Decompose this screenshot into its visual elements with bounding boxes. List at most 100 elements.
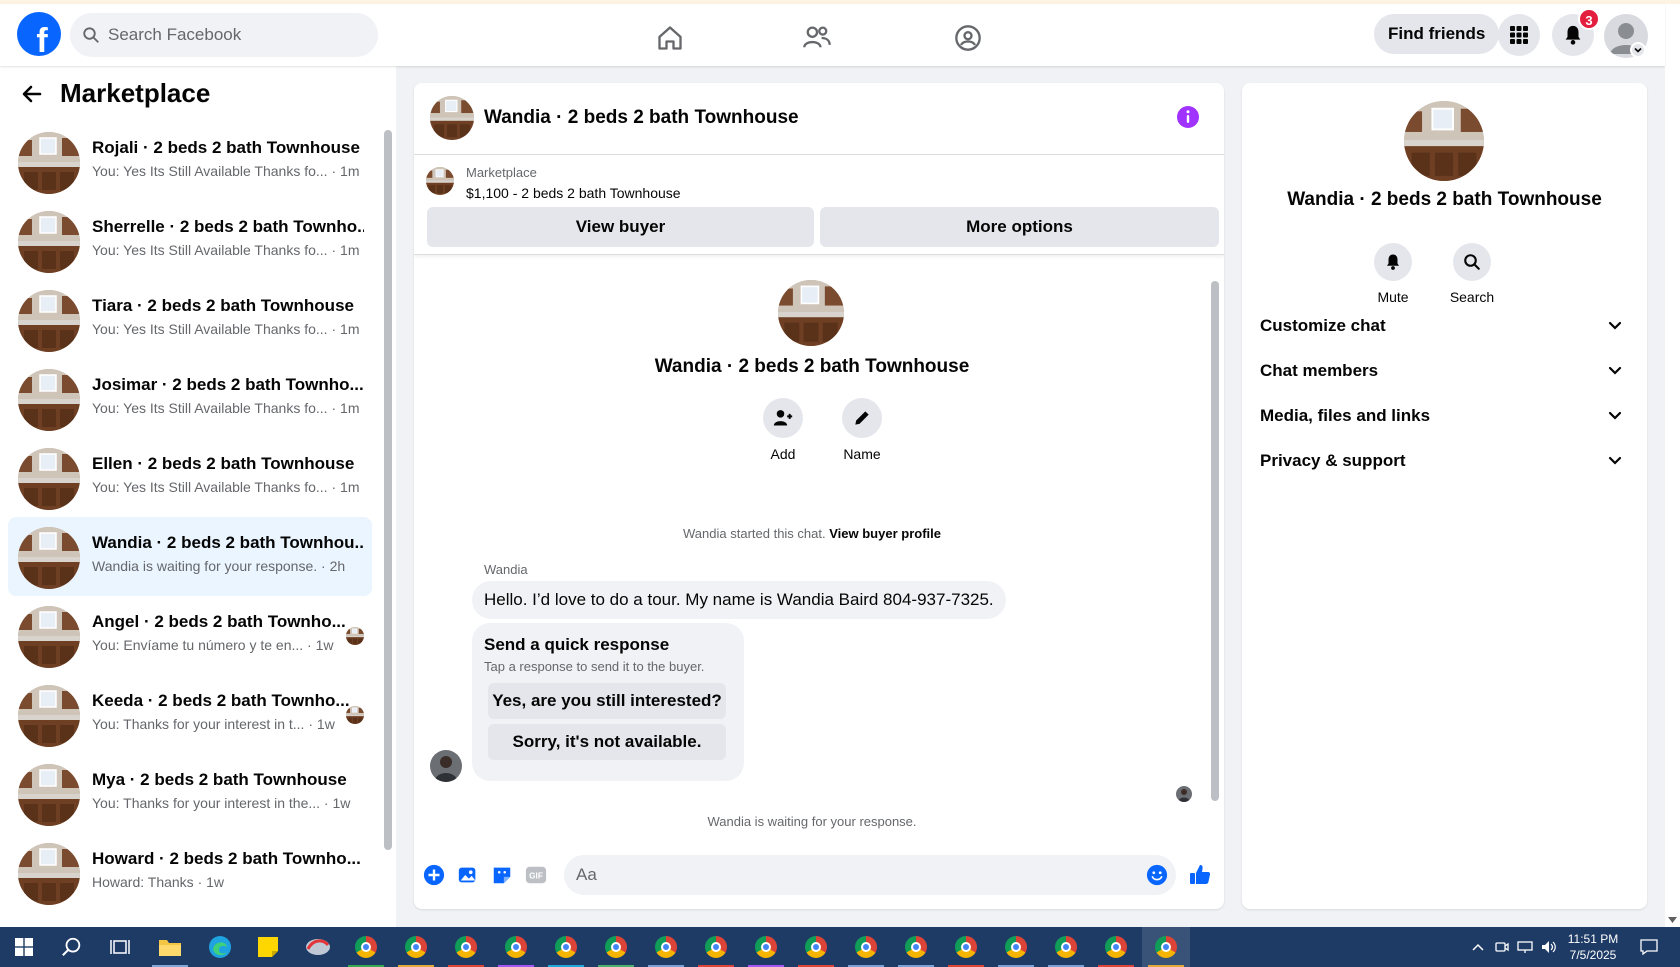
scroll-down-arrow-icon[interactable]: [1668, 917, 1677, 923]
pencil-icon[interactable]: [842, 398, 882, 438]
quick-reply-not-available-button[interactable]: Sorry, it's not available.: [488, 724, 726, 760]
facebook-logo[interactable]: f: [17, 12, 61, 56]
taskbar-search-icon[interactable]: [48, 927, 96, 967]
search-in-chat-action[interactable]: Search: [1437, 243, 1507, 305]
photo-attach-icon[interactable]: [454, 861, 482, 889]
chat-header-avatar[interactable]: [430, 96, 474, 140]
conversation-item[interactable]: Keeda · 2 beds 2 bath Townho... You: Than…: [8, 675, 372, 754]
details-section-item[interactable]: Customize chat: [1250, 304, 1638, 348]
chrome-window-icon[interactable]: [542, 927, 590, 967]
chrome-window-icon[interactable]: [842, 927, 890, 967]
thread-profile-avatar[interactable]: [778, 280, 844, 346]
chrome-window-icon[interactable]: [1092, 927, 1140, 967]
friends-icon[interactable]: [797, 18, 837, 58]
chat-pane: Wandia · 2 beds 2 bath Townhouse Marketp…: [414, 83, 1224, 909]
conversation-avatar: [18, 527, 80, 589]
chat-scrollbar[interactable]: [1211, 261, 1219, 835]
quick-reply-interested-button[interactable]: Yes, are you still interested?: [488, 683, 726, 719]
edge-browser-icon[interactable]: [196, 927, 244, 967]
show-hidden-icons-chevron-icon[interactable]: [1468, 927, 1488, 967]
sender-avatar[interactable]: [430, 750, 462, 782]
find-friends-button[interactable]: Find friends: [1374, 14, 1500, 54]
chrome-window-icon[interactable]: [442, 927, 490, 967]
chrome-window-icon[interactable]: [792, 927, 840, 967]
home-icon[interactable]: [650, 18, 690, 58]
sidebar-header: Marketplace: [20, 78, 210, 109]
chrome-window-icon[interactable]: [692, 927, 740, 967]
chat-scroll-thumb[interactable]: [1211, 281, 1219, 801]
account-chevron-down-icon[interactable]: [1630, 42, 1646, 58]
sticky-notes-icon[interactable]: [244, 927, 292, 967]
conversation-item[interactable]: Howard · 2 beds 2 bath Townho... Howard: …: [8, 833, 372, 912]
chrome-window-icon[interactable]: [342, 927, 390, 967]
message-input-box[interactable]: [564, 855, 1176, 895]
search-box[interactable]: [70, 13, 378, 57]
search-input[interactable]: [108, 25, 348, 45]
chevron-down-icon[interactable]: [1608, 366, 1622, 376]
like-thumbs-up-icon[interactable]: [1186, 861, 1214, 889]
details-section-item[interactable]: Chat members: [1250, 349, 1638, 393]
details-section-item[interactable]: Media, files and links: [1250, 394, 1638, 438]
listing-thumbnail[interactable]: [426, 167, 454, 195]
more-options-button[interactable]: More options: [820, 207, 1219, 247]
name-chat-action[interactable]: Name: [832, 398, 892, 462]
conversation-item[interactable]: Ellen · 2 beds 2 bath Townhouse You: Yes …: [8, 438, 372, 517]
view-buyer-profile-link[interactable]: View buyer profile: [829, 526, 941, 541]
conversation-item[interactable]: Sherrelle · 2 beds 2 bath Townho... You: …: [8, 201, 372, 280]
sidebar-scroll-thumb[interactable]: [384, 130, 392, 850]
details-section-label: Media, files and links: [1260, 406, 1431, 425]
gif-icon[interactable]: GIF: [522, 861, 550, 889]
app-shortcut-icon[interactable]: [294, 927, 342, 967]
mute-bell-icon[interactable]: [1374, 243, 1412, 281]
conversation-item[interactable]: Angel · 2 beds 2 bath Townho... You: Enví…: [8, 596, 372, 675]
conversation-item[interactable]: Josimar · 2 beds 2 bath Townho... You: Ye…: [8, 359, 372, 438]
volume-icon[interactable]: [1538, 927, 1560, 967]
chrome-window-icon[interactable]: [742, 927, 790, 967]
plus-circle-icon[interactable]: [420, 861, 448, 889]
back-arrow-icon[interactable]: [20, 82, 44, 106]
conversation-item[interactable]: Mya · 2 beds 2 bath Townhouse You: Thanks…: [8, 754, 372, 833]
chrome-window-icon[interactable]: [1142, 927, 1190, 967]
listing-price-title[interactable]: $1,100 - 2 beds 2 bath Townhouse: [466, 185, 681, 201]
chrome-window-icon[interactable]: [892, 927, 940, 967]
mute-action[interactable]: Mute: [1358, 243, 1428, 305]
sidebar-scrollbar[interactable]: [384, 120, 392, 920]
info-icon[interactable]: [1176, 105, 1200, 129]
chevron-down-icon[interactable]: [1608, 321, 1622, 331]
network-icon[interactable]: [1514, 927, 1536, 967]
page-scrollbar[interactable]: [1665, 4, 1680, 927]
menu-grid-icon[interactable]: [1498, 14, 1540, 56]
chrome-window-icon[interactable]: [642, 927, 690, 967]
add-person-icon[interactable]: [763, 398, 803, 438]
chevron-down-icon[interactable]: [1608, 411, 1622, 421]
preview-text: You: Thanks for your interest in t...: [92, 716, 305, 732]
chevron-down-icon[interactable]: [1608, 456, 1622, 466]
notification-center-icon[interactable]: [1634, 927, 1664, 967]
emoji-icon[interactable]: [1146, 864, 1168, 886]
add-people-action[interactable]: Add: [753, 398, 813, 462]
conversation-item[interactable]: Wandia · 2 beds 2 bath Townhou... Wandia …: [8, 517, 372, 596]
sticker-icon[interactable]: [488, 861, 516, 889]
chrome-window-icon[interactable]: [1042, 927, 1090, 967]
meet-now-icon[interactable]: [1492, 927, 1512, 967]
magnifier-icon[interactable]: [1453, 243, 1491, 281]
chrome-window-icon[interactable]: [492, 927, 540, 967]
taskbar-clock[interactable]: 11:51 PM 7/5/2025: [1558, 931, 1628, 963]
windows-start-icon[interactable]: [0, 927, 48, 967]
file-explorer-icon[interactable]: [146, 927, 194, 967]
chrome-window-icon[interactable]: [392, 927, 440, 967]
message-input[interactable]: [576, 865, 1116, 885]
incoming-message-bubble[interactable]: Hello. I’d love to do a tour. My name is…: [472, 581, 1006, 619]
groups-icon[interactable]: [948, 18, 988, 58]
conversation-item[interactable]: Tiara · 2 beds 2 bath Townhouse You: Yes …: [8, 280, 372, 359]
conversation-item[interactable]: Rojali · 2 beds 2 bath Townhouse You: Yes…: [8, 122, 372, 201]
chrome-window-icon[interactable]: [942, 927, 990, 967]
chrome-window-icon[interactable]: [992, 927, 1040, 967]
conversation-name: Howard · 2 beds 2 bath Townho...: [92, 849, 361, 868]
view-buyer-button[interactable]: View buyer: [427, 207, 814, 247]
details-section-item[interactable]: Privacy & support: [1250, 439, 1638, 483]
chat-title[interactable]: Wandia · 2 beds 2 bath Townhouse: [484, 107, 799, 129]
details-avatar[interactable]: [1404, 101, 1484, 181]
task-view-icon[interactable]: [96, 927, 144, 967]
chrome-window-icon[interactable]: [592, 927, 640, 967]
